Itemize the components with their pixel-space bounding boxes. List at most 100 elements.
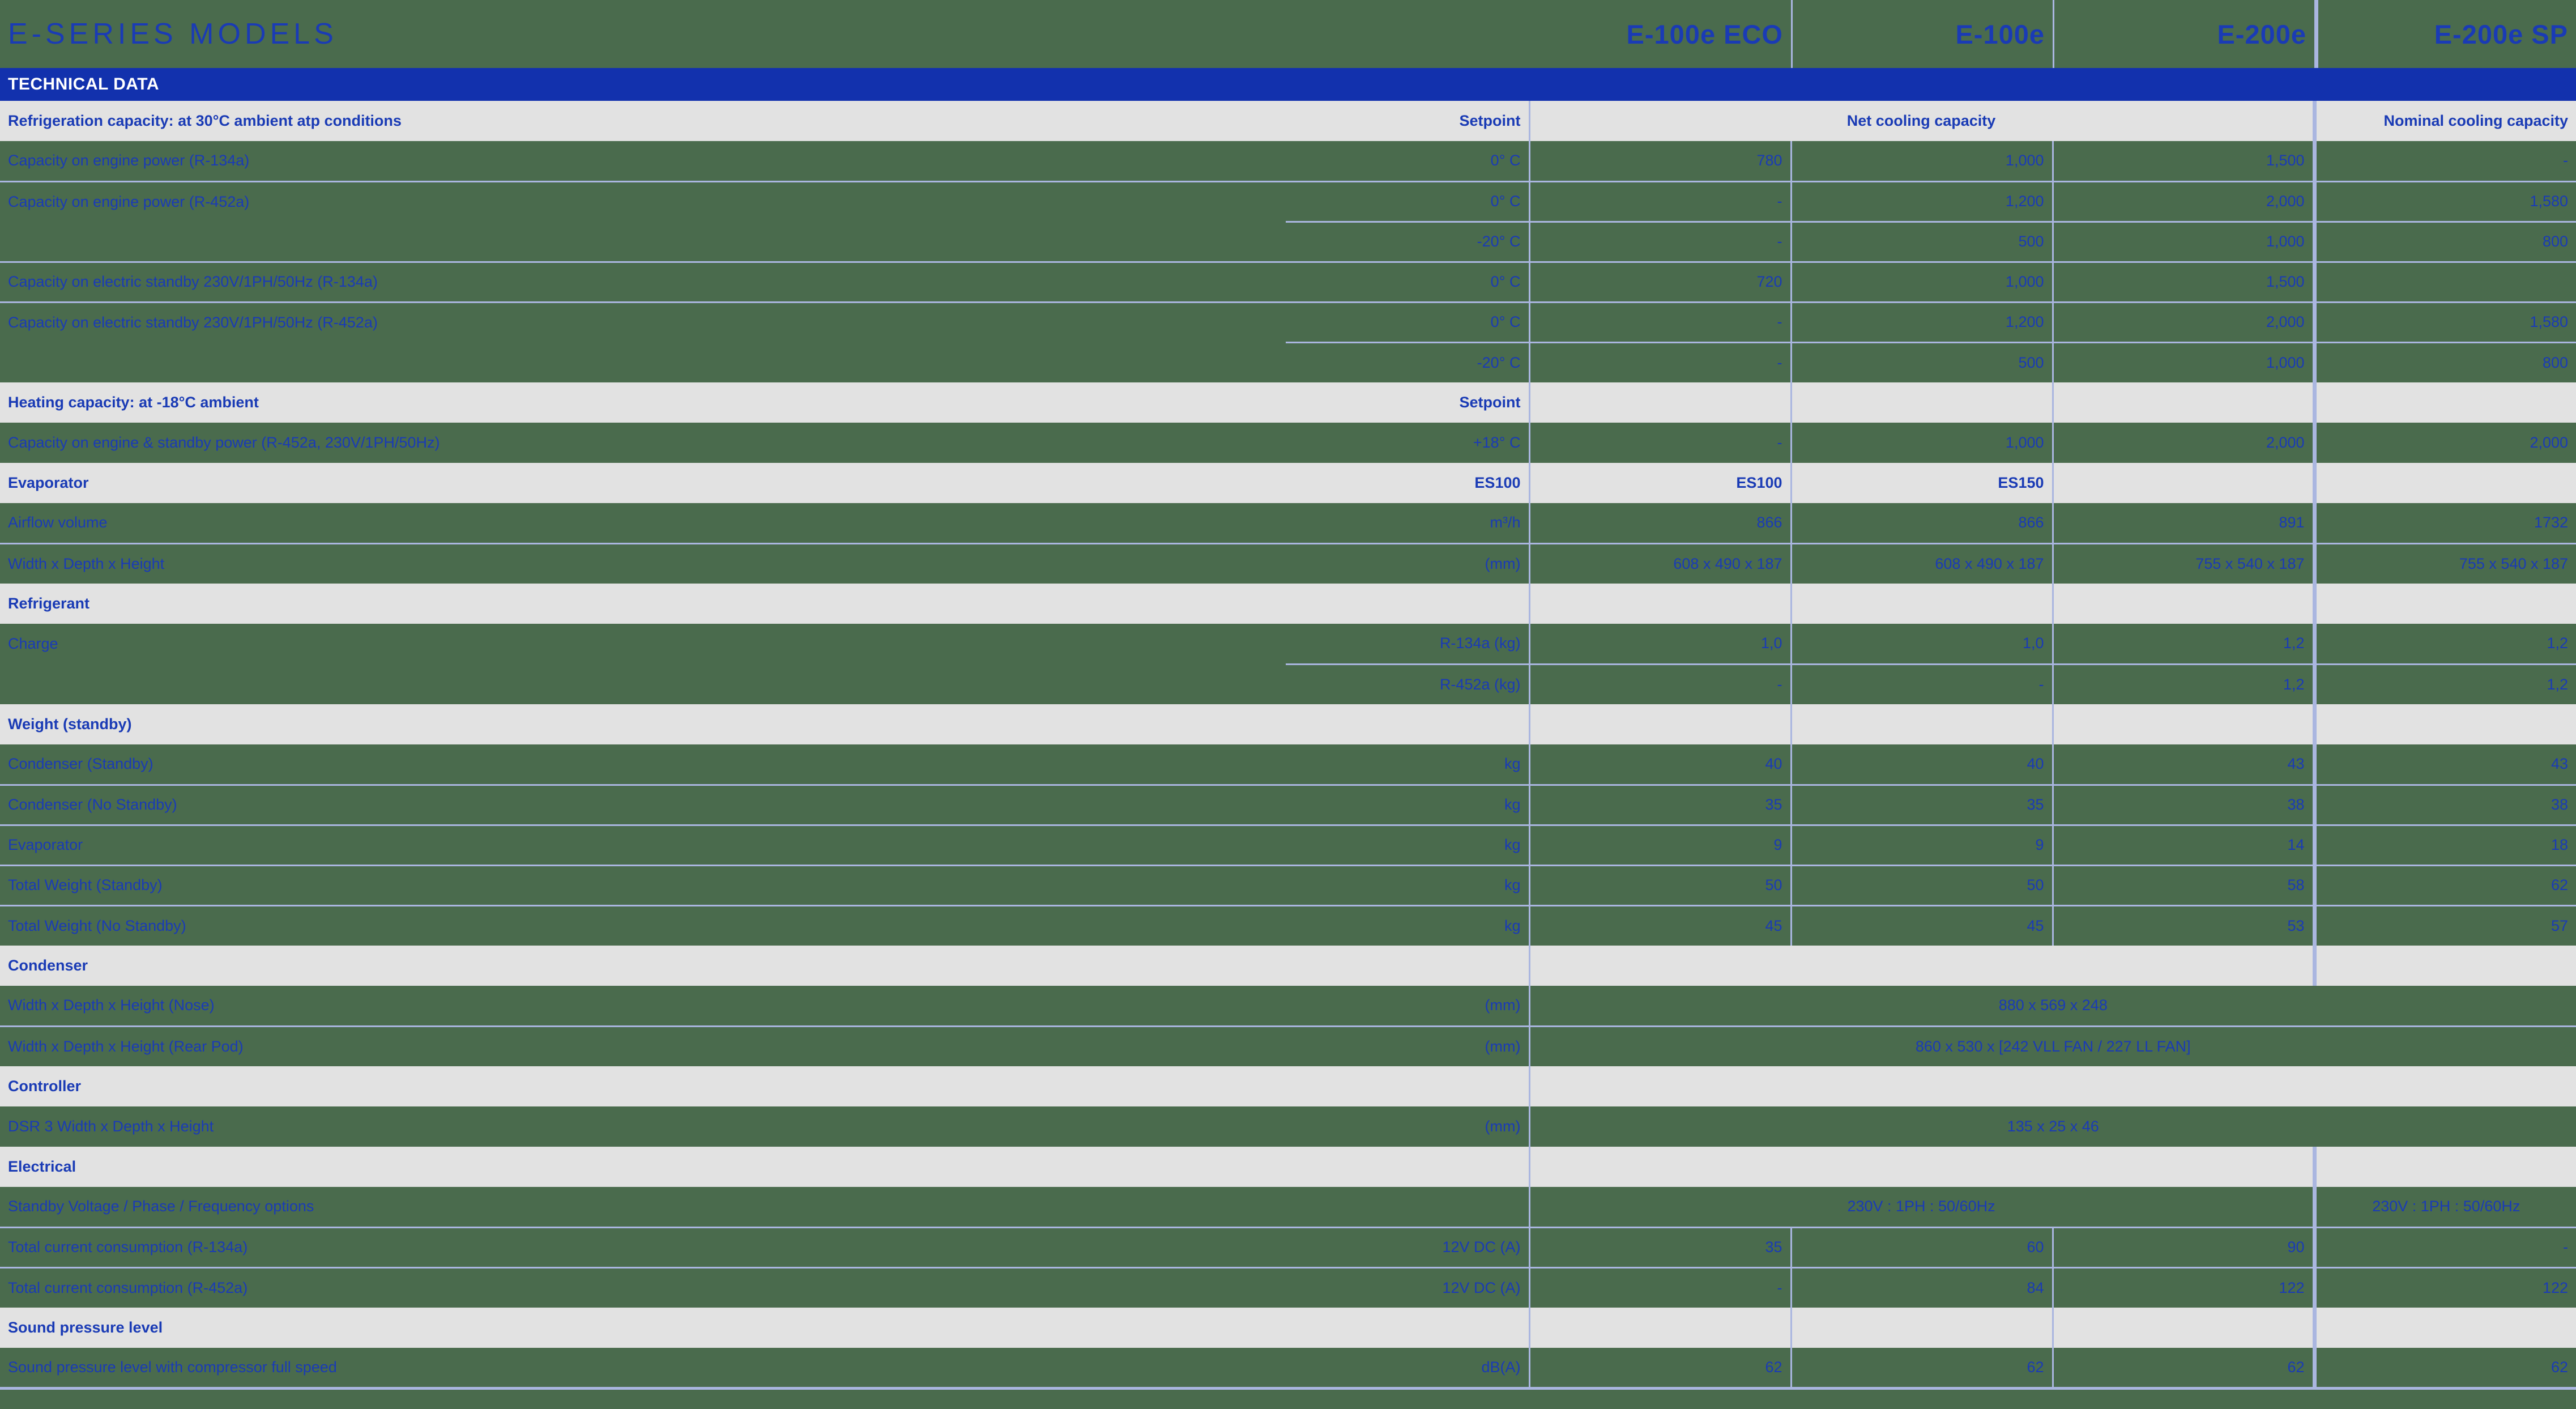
table-row: Evaporator kg 9 9 14 18 (0, 824, 2576, 865)
model-header-3: E-200e (2053, 0, 2314, 68)
row-label-evap-dims: Width x Depth x Height (0, 542, 1286, 584)
row-unit-standby-voltage (1286, 1187, 1529, 1227)
cell-cap-standby-452a-m20-m2: 500 (1790, 341, 2053, 382)
table-row: Total current consumption (R-134a) 12V D… (0, 1226, 2576, 1267)
table-row: Width x Depth x Height (Nose) (mm) 880 x… (0, 986, 2576, 1026)
cell-sound-level-m3: 62 (2052, 1348, 2315, 1390)
cell-cond-standby-m2: 40 (1790, 744, 2053, 785)
table-row: Standby Voltage / Phase / Frequency opti… (0, 1187, 2576, 1227)
row-label-evap-weight: Evaporator (0, 824, 1286, 865)
cell-charge-452a-m4: 1,2 (2312, 663, 2576, 704)
section-sound-blank-unit (1286, 1308, 1529, 1348)
section-sound-blank-m4 (2312, 1308, 2576, 1348)
row-label-cond-standby: Condenser (Standby) (0, 744, 1286, 785)
section-row-heating: Heating capacity: at -18°C ambient Setpo… (0, 382, 2576, 423)
cell-cap-standby-452a-0-m4: 1,580 (2312, 301, 2576, 342)
cell-cap-engine-452a-m20-m2: 500 (1790, 220, 2053, 262)
section-title-evaporator: Evaporator (0, 463, 1286, 503)
row-label-charge: Charge (0, 624, 1286, 664)
table-row: Width x Depth x Height (mm) 608 x 490 x … (0, 542, 2576, 584)
cell-charge-134a-m3: 1,2 (2052, 624, 2315, 664)
cell-sound-level-m4: 62 (2312, 1348, 2576, 1390)
section-condenser-blank-m4 (2312, 946, 2576, 986)
cell-current-134a-m4: - (2312, 1226, 2576, 1267)
row-unit-total-no-standby: kg (1286, 904, 1529, 946)
row-label-sound-level: Sound pressure level with compressor ful… (0, 1348, 1286, 1390)
row-unit-cap-standby-452a-0: 0° C (1286, 301, 1529, 342)
cell-evaporator-model-m3: ES150 (1790, 463, 2053, 503)
section-title-condenser: Condenser (0, 946, 1286, 986)
cell-total-standby-m3: 58 (2052, 864, 2315, 905)
cell-total-standby-m4: 62 (2312, 864, 2576, 905)
cell-evap-weight-m1: 9 (1528, 824, 1791, 865)
model-header-1: E-100e ECO (1626, 19, 1783, 49)
cell-current-134a-m1: 35 (1528, 1226, 1791, 1267)
section-row-refrigerant: Refrigerant (0, 584, 2576, 624)
section-title-heating: Heating capacity: at -18°C ambient (0, 382, 1286, 423)
cell-charge-134a-m4: 1,2 (2312, 624, 2576, 664)
section-refrigerant-blank-m4 (2312, 584, 2576, 624)
table-row: Capacity on engine power (R-452a) 0° C -… (0, 180, 2576, 222)
section-title-weight: Weight (standby) (0, 704, 1286, 744)
cell-cond-standby-m3: 43 (2052, 744, 2315, 785)
row-unit-cond-no-standby: kg (1286, 784, 1529, 825)
cell-cap-standby-452a-0-m2: 1,200 (1790, 301, 2053, 342)
row-unit-evap-weight: kg (1286, 824, 1529, 865)
cell-standby-voltage-span: 230V : 1PH : 50/60Hz (1528, 1187, 2315, 1227)
table-row: Total Weight (No Standby) kg 45 45 53 57 (0, 904, 2576, 946)
row-label-heating-capacity: Capacity on engine & standby power (R-45… (0, 423, 1286, 463)
section-row-electrical: Electrical (0, 1147, 2576, 1187)
row-unit-charge-452a: R-452a (kg) (1286, 663, 1529, 704)
row-unit-evap-dims: (mm) (1286, 542, 1529, 584)
cell-charge-134a-m1: 1,0 (1528, 624, 1791, 664)
cell-charge-452a-m2: - (1790, 663, 2053, 704)
cell-heating-capacity-m3: 2,000 (2052, 423, 2315, 463)
row-unit-current-452a: 12V DC (A) (1286, 1266, 1529, 1308)
cell-cap-engine-452a-0-m1: - (1528, 180, 1791, 222)
cell-evaporator-model-m4 (2052, 463, 2315, 503)
table-row: Condenser (No Standby) kg 35 35 38 38 (0, 784, 2576, 825)
cell-current-452a-m3: 122 (2052, 1266, 2315, 1308)
section-title-sound: Sound pressure level (0, 1308, 1286, 1348)
section-weight-blank-m3 (2052, 704, 2315, 744)
row-label-cond-no-standby: Condenser (No Standby) (0, 784, 1286, 825)
cell-cond-no-standby-m1: 35 (1528, 784, 1791, 825)
cell-charge-452a-m1: - (1528, 663, 1791, 704)
cell-current-452a-m4: 122 (2312, 1266, 2576, 1308)
cell-evap-dims-m3: 755 x 540 x 187 (2052, 542, 2315, 584)
title-bar: E-SERIES MODELS E-100e ECO E-100e E-200e… (0, 0, 2576, 68)
nominal-cooling-capacity-header: Nominal cooling capacity (2312, 101, 2576, 141)
section-refrigerant-blank-m1 (1528, 584, 1791, 624)
row-label-total-no-standby: Total Weight (No Standby) (0, 904, 1286, 946)
table-row: Width x Depth x Height (Rear Pod) (mm) 8… (0, 1025, 2576, 1066)
cell-evap-weight-m3: 14 (2052, 824, 2315, 865)
row-label-cap-engine-452a: Capacity on engine power (R-452a) (0, 180, 1286, 222)
table-row: Charge R-134a (kg) 1,0 1,0 1,2 1,2 (0, 624, 2576, 664)
cell-cap-standby-452a-0-m1: - (1528, 301, 1791, 342)
cell-cap-standby-134a-m3: 1,500 (2052, 261, 2315, 302)
cell-cond-standby-m1: 40 (1528, 744, 1791, 785)
row-label-cap-engine-134a: Capacity on engine power (R-134a) (0, 141, 1286, 181)
row-label-cond-nose: Width x Depth x Height (Nose) (0, 986, 1286, 1026)
row-label-cap-standby-134a: Capacity on electric standby 230V/1PH/50… (0, 261, 1286, 302)
row-label-airflow: Airflow volume (0, 503, 1286, 543)
cell-evaporator-model-m1: ES100 (1286, 463, 1529, 503)
table-row: -20° C - 500 1,000 800 (0, 220, 2576, 262)
cell-current-134a-m2: 60 (1790, 1226, 2053, 1267)
setpoint-header-refrigeration: Setpoint (1286, 101, 1529, 141)
model-header-4: E-200e SP (2314, 0, 2576, 68)
cell-cap-standby-452a-m20-m1: - (1528, 341, 1791, 382)
row-label-cap-standby-452a-m20 (0, 342, 1286, 382)
section-electrical-blank-m4 (2312, 1147, 2576, 1187)
section-condenser-blank-span (1528, 946, 2315, 986)
spec-sheet: E-SERIES MODELS E-100e ECO E-100e E-200e… (0, 0, 2576, 1409)
row-unit-sound-level: dB(A) (1286, 1348, 1529, 1390)
section-row-controller: Controller (0, 1066, 2576, 1106)
cell-total-standby-m2: 50 (1790, 864, 2053, 905)
cell-airflow-m2: 866 (1790, 503, 2053, 543)
cell-cond-no-standby-m2: 35 (1790, 784, 2053, 825)
section-controller-blank-unit (1286, 1066, 1529, 1106)
cell-current-452a-m2: 84 (1790, 1266, 2053, 1308)
cell-airflow-m1: 866 (1528, 503, 1791, 543)
cell-cap-engine-134a-m2: 1,000 (1790, 141, 2053, 181)
